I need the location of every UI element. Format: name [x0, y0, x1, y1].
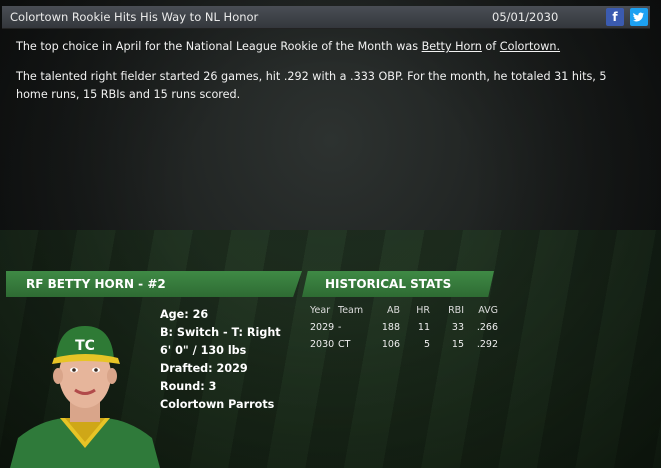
col-hr: HR: [416, 305, 430, 316]
player-info: Age: 26 B: Switch - T: Right 6' 0" / 130…: [160, 306, 281, 414]
player-avatar: TC: [10, 326, 160, 468]
article-paragraph-2: The talented right fielder started 26 ga…: [16, 70, 607, 101]
player-height-weight: 6' 0" / 130 lbs: [160, 344, 247, 357]
historical-stats-header: HISTORICAL STATS: [325, 277, 452, 291]
cell-ab: 106: [381, 339, 400, 350]
article-text: of: [481, 40, 500, 53]
news-title-bar: Colortown Rookie Hits His Way to NL Hono…: [2, 6, 650, 29]
cell-ab: 188: [381, 322, 400, 333]
player-link[interactable]: Betty Horn: [422, 40, 482, 53]
cell-avg: .266: [476, 322, 498, 333]
cell-year: 2029: [310, 322, 335, 333]
col-year: Year: [310, 305, 331, 316]
player-header[interactable]: RF BETTY HORN - #2: [26, 271, 166, 297]
table-row: 2029 - 188 11 33 .266: [310, 319, 498, 336]
twitter-bird-icon: [633, 12, 644, 22]
col-rbi: RBI: [448, 305, 464, 316]
twitter-share-icon[interactable]: [630, 8, 648, 26]
article-paragraph-1: The top choice in April for the National…: [16, 38, 636, 56]
facebook-share-icon[interactable]: f: [606, 8, 624, 26]
cell-rbi: 33: [451, 322, 464, 333]
cap-logo: TC: [75, 338, 95, 354]
news-title: Colortown Rookie Hits His Way to NL Hono…: [10, 10, 259, 24]
player-age: Age: 26: [160, 308, 209, 321]
cell-year: 2030: [310, 339, 335, 350]
cell-avg: .292: [476, 339, 498, 350]
player-drafted: Drafted: 2029: [160, 362, 248, 375]
player-bats-throws: B: Switch - T: Right: [160, 326, 281, 339]
cell-rbi: 15: [451, 339, 464, 350]
stats-header-row: Year Team AB HR RBI AVG: [310, 302, 498, 319]
table-row: 2030 CT 106 5 15 .292: [310, 336, 498, 353]
col-ab: AB: [386, 305, 400, 316]
team-link[interactable]: Colortown.: [500, 40, 560, 53]
col-avg: AVG: [478, 305, 498, 316]
player-header-bar: RF BETTY HORN - #2: [6, 271, 302, 297]
historical-stats-header-bar: HISTORICAL STATS: [302, 271, 494, 297]
article-text: The top choice in April for the National…: [16, 40, 422, 53]
col-team: Team: [338, 305, 364, 316]
player-draft-round: Round: 3: [160, 380, 217, 393]
cell-hr: 5: [423, 339, 430, 350]
news-date: 05/01/2030: [492, 10, 559, 24]
historical-stats-table: Year Team AB HR RBI AVG 2029 - 188 11 33…: [310, 302, 498, 353]
news-article: The top choice in April for the National…: [16, 38, 636, 116]
cell-team: CT: [338, 339, 351, 350]
player-team[interactable]: Colortown Parrots: [160, 396, 281, 414]
cell-team: -: [338, 322, 342, 333]
cell-hr: 11: [417, 322, 430, 333]
